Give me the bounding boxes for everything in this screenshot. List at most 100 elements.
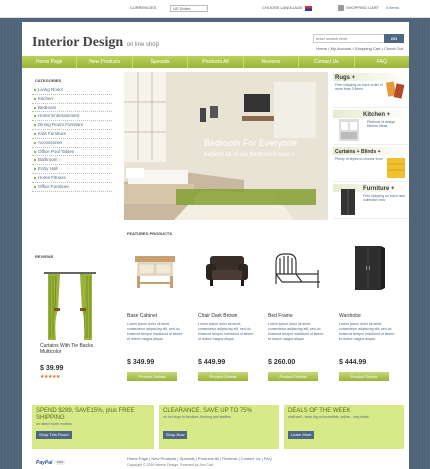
product-details-button[interactable]: Product Details: [268, 372, 318, 381]
sidebar-item-bedroom[interactable]: Bedroom: [32, 104, 112, 113]
product-price: $ 260.00: [268, 359, 296, 366]
promo-title: Furniture +: [363, 186, 395, 192]
promo-title: Rugs +: [335, 75, 356, 81]
product-name[interactable]: Wardrobe: [339, 313, 361, 319]
tab-specials[interactable]: Specials: [133, 56, 189, 68]
product-desc: Lorem ipsum dolor sit amet, consectetur …: [198, 322, 254, 341]
currencies-label: CURRENCIES: [130, 5, 157, 10]
sidebar-item-office-furniture[interactable]: Office Furniture: [32, 183, 112, 192]
categories-sidebar: CATEGORIES Living Room Kitchen Bedroom H…: [32, 74, 112, 192]
promo-spend-save: SPEND $299, SAVE15%, plus FREE SHIPPING …: [32, 405, 154, 449]
product-name[interactable]: Base Cabinet: [127, 313, 157, 319]
wardrobe-image[interactable]: [339, 242, 397, 294]
shop-this-room-button[interactable]: Shop This Room: [36, 431, 72, 439]
promo-clearance: CLEARANCE. SAVE UP TO 75% on hot buys in…: [159, 405, 279, 449]
promo-desc: Plethora of design kitchen ideas: [367, 120, 396, 128]
logo-sub: on line shop: [126, 42, 159, 48]
review-price: $ 39.99: [40, 365, 64, 372]
bed-frame-image[interactable]: [268, 242, 326, 294]
promo-desc: Plenty of styles to choose from: [335, 157, 383, 161]
sidebar-item-home-fitness[interactable]: Home Fitness: [32, 174, 112, 183]
site-logo[interactable]: Interior Design on line shop: [32, 35, 159, 51]
product-card: Base Cabinet Lorem ipsum dolor sit amet,…: [127, 242, 185, 381]
chair-image[interactable]: [198, 242, 256, 294]
product-name[interactable]: Bed Frame: [268, 313, 293, 319]
hero-subtitle[interactable]: explore all of our bedrooms now +: [204, 152, 295, 158]
product-desc: Lorem ipsum dolor sit amet, consectetur …: [268, 322, 324, 341]
base-cabinet-image[interactable]: [127, 242, 185, 294]
sidebar-item-entry-hall[interactable]: Entry Hall: [32, 165, 112, 174]
promo-desc: Free shipping on each order of more than…: [335, 83, 383, 91]
promo-title: Curtains + Blinds +: [335, 149, 381, 155]
categories-title: CATEGORIES: [35, 78, 62, 83]
tab-new-products[interactable]: New Products: [77, 56, 133, 68]
page-container: Interior Design on line shop GO Home • M…: [22, 22, 409, 469]
curtains-image[interactable]: [40, 270, 100, 350]
currency-select[interactable]: US Dollar: [170, 5, 208, 12]
product-name[interactable]: Chair Dark Brown: [198, 313, 237, 319]
product-price: $ 444.99: [339, 359, 367, 366]
featured-title: FEATURED PRODUCTS: [127, 231, 173, 236]
promo-curtains-blinds[interactable]: Curtains + Blinds + Plenty of styles to …: [333, 146, 409, 182]
search-go-button[interactable]: GO: [384, 34, 404, 43]
reviews-title: REVIEWS: [35, 254, 54, 259]
reviews-box: REVIEWS Curtains With Tie Backs Multicol…: [32, 250, 112, 380]
furniture-image: [341, 189, 355, 215]
top-bar: CURRENCIES US Dollar CHOOSE LANGUAGE SHO…: [0, 0, 430, 18]
header-links[interactable]: Home • My Account • Shopping Cart • Chec…: [316, 46, 403, 51]
review-stars: ★★★★★: [40, 374, 60, 380]
kitchen-image: [339, 119, 359, 141]
product-desc: Lorem ipsum dolor sit amet, consectetur …: [339, 322, 395, 341]
language-label: CHOOSE LANGUAGE: [262, 5, 303, 10]
promo-kitchen[interactable]: Kitchen + Plethora of design kitchen ide…: [333, 109, 409, 145]
learn-more-button[interactable]: Learn More: [288, 431, 315, 439]
cart-label[interactable]: SHOPPING CART: [346, 5, 379, 10]
cart-icon[interactable]: [338, 5, 344, 11]
sidebar-item-accessories[interactable]: Accessories: [32, 139, 112, 148]
sidebar-item-kids-furniture[interactable]: Kids Furniture: [32, 130, 112, 139]
hero-banner[interactable]: Bedroom For Everyone explore all of our …: [124, 72, 328, 220]
product-price: $ 349.99: [127, 359, 155, 366]
promo-sub: on hot buys in furniture, flooring and t…: [163, 415, 231, 419]
logo-main: Interior Design: [32, 35, 124, 50]
visa-logo: VISA: [55, 460, 65, 465]
sidebar-item-living-room[interactable]: Living Room: [32, 86, 112, 95]
tab-faq[interactable]: FAQ: [355, 56, 409, 68]
promo-title: CLEARANCE. SAVE UP TO 75%: [163, 408, 252, 414]
english-flag-icon[interactable]: [305, 6, 312, 11]
product-card: Wardrobe Lorem ipsum dolor sit amet, con…: [339, 242, 397, 381]
side-promos: Rugs + Free shipping on each order of mo…: [333, 72, 409, 220]
tab-products-all[interactable]: Products All: [188, 56, 244, 68]
product-card: Chair Dark Brown Lorem ipsum dolor sit a…: [198, 242, 256, 381]
main-nav: Home Page New Products Specials Products…: [22, 56, 409, 68]
cart-count[interactable]: 0 items: [386, 5, 399, 10]
product-details-button[interactable]: Product Details: [127, 372, 177, 381]
product-details-button[interactable]: Product Details: [198, 372, 248, 381]
sidebar-item-bathroom[interactable]: Bathroom: [32, 156, 112, 166]
sidebar-item-dining-room[interactable]: Dining Room Furniture: [32, 121, 112, 130]
product-price: $ 449.99: [198, 359, 226, 366]
promo-deals-week: DEALS OF THE WEEK stuff well - save big …: [284, 405, 404, 449]
sidebar-item-home-entertainment[interactable]: Home Entertainment: [32, 112, 112, 122]
product-details-button[interactable]: Product Details: [339, 372, 389, 381]
shop-now-button[interactable]: Shop Now: [163, 431, 188, 439]
promo-rugs[interactable]: Rugs + Free shipping on each order of mo…: [333, 72, 409, 108]
paypal-logo: PayPal: [36, 460, 53, 466]
footer: PayPal VISA Home Page | New Products | S…: [22, 454, 409, 469]
promo-title: SPEND $299, SAVE15%, plus FREE SHIPPING: [36, 408, 135, 421]
sidebar-item-office-pool-tables[interactable]: Office Pool Tables: [32, 148, 112, 157]
promo-sub: on select room reviews: [36, 422, 72, 426]
tab-contact-us[interactable]: Contact Us: [299, 56, 355, 68]
hero-title[interactable]: Bedroom For Everyone: [204, 138, 297, 148]
hero-overlay: [176, 189, 316, 205]
review-product-name[interactable]: Curtains With Tie Backs Multicolor: [40, 343, 110, 355]
tab-reviews[interactable]: Reviews: [244, 56, 300, 68]
promo-furniture[interactable]: Furniture + Free shipping on each new co…: [333, 183, 409, 219]
promo-title: DEALS OF THE WEEK: [288, 408, 351, 414]
footer-links[interactable]: Home Page | New Products | Specials | Pr…: [127, 456, 272, 461]
product-card: Bed Frame Lorem ipsum dolor sit amet, co…: [268, 242, 326, 381]
sidebar-item-kitchen[interactable]: Kitchen: [32, 95, 112, 104]
promo-title: Kitchen +: [363, 112, 391, 118]
tab-home-page[interactable]: Home Page: [22, 56, 78, 68]
product-desc: Lorem ipsum dolor sit amet, consectetur …: [127, 322, 183, 341]
